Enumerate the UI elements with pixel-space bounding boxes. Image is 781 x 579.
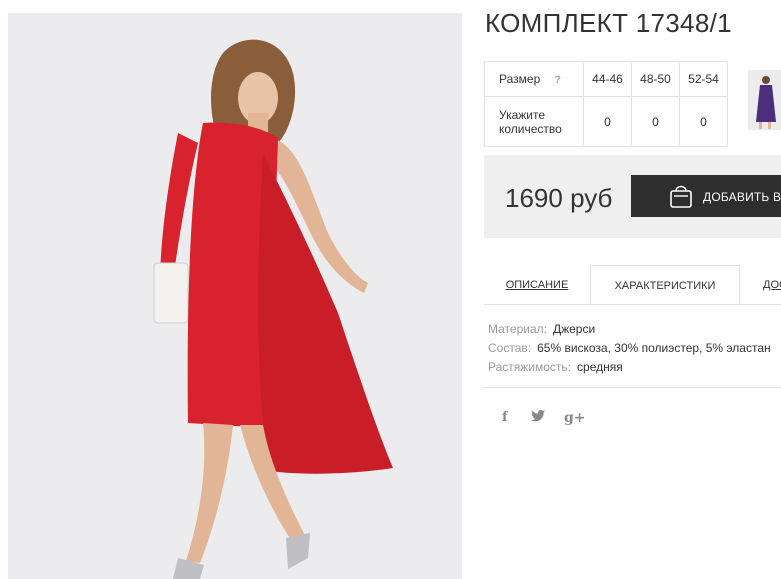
characteristic-key: Состав: xyxy=(488,341,532,355)
characteristic-value: 65% вискоза, 30% полиэстер, 5% эластан xyxy=(537,341,771,355)
add-to-cart-label: ДОБАВИТЬ В З xyxy=(703,190,781,204)
product-thumbnail[interactable] xyxy=(748,70,781,130)
quantity-input[interactable]: 0 xyxy=(631,96,680,147)
characteristic-key: Растяжимость: xyxy=(488,360,572,374)
size-option[interactable]: 48-50 xyxy=(631,61,680,97)
tab-description[interactable]: ОПИСАНИЕ xyxy=(484,265,590,304)
characteristic-value: Джерси xyxy=(552,322,596,336)
size-help-icon[interactable]: ? xyxy=(554,74,561,86)
shopping-bag-icon xyxy=(669,183,693,214)
add-to-cart-button[interactable]: ДОБАВИТЬ В З xyxy=(631,175,781,217)
characteristics-list: Материал: Джерси Состав: 65% вискоза, 30% … xyxy=(488,320,771,377)
quantity-label: Укажите количество xyxy=(484,96,584,147)
twitter-icon[interactable] xyxy=(531,410,545,425)
tab-characteristics[interactable]: ХАРАКТЕРИСТИКИ xyxy=(590,265,740,305)
google-plus-icon[interactable]: g+ xyxy=(564,410,586,426)
price-value: 1690 руб xyxy=(505,183,613,213)
characteristic-key: Материал: xyxy=(488,322,547,336)
facebook-icon[interactable]: f xyxy=(502,410,508,425)
price-box: 1690 руб ДОБАВИТЬ В З xyxy=(484,155,781,238)
product-title: КОМПЛЕКТ 17348/1 xyxy=(485,8,732,38)
size-option[interactable]: 52-54 xyxy=(679,61,728,97)
size-option[interactable]: 44-46 xyxy=(583,61,632,97)
product-photo[interactable] xyxy=(8,13,462,579)
characteristic-row: Состав: 65% вискоза, 30% полиэстер, 5% эл… xyxy=(488,339,771,358)
tabs-divider xyxy=(484,304,781,305)
quantity-input[interactable]: 0 xyxy=(679,96,728,147)
size-label: Размер xyxy=(499,72,541,86)
characteristic-value: средняя xyxy=(577,360,623,374)
characteristic-row: Растяжимость: средняя xyxy=(488,358,771,377)
characteristic-row: Материал: Джерси xyxy=(488,320,771,339)
quantity-input[interactable]: 0 xyxy=(583,96,632,147)
size-table: Размер? 44-46 48-50 52-54 Укажите количе… xyxy=(484,61,728,147)
divider xyxy=(484,387,781,388)
tab-delivery[interactable]: ДОС xyxy=(741,265,781,304)
